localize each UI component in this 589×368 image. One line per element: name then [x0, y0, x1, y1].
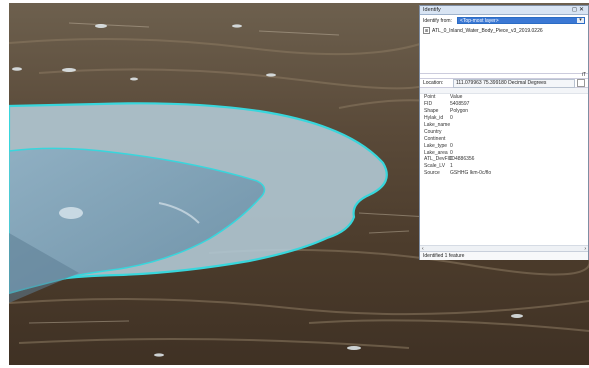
attribute-row[interactable]: Lake_type 0 — [420, 142, 588, 149]
field-name: Source — [424, 170, 440, 177]
attribute-table: Point Value FID 5408597 Shape Polygon Hylak… — [420, 94, 588, 245]
attribute-row[interactable]: ATL_DevFID ID4886356 — [420, 156, 588, 163]
field-value: 0 — [450, 149, 453, 156]
attribute-row[interactable]: FID 5408597 — [420, 101, 588, 108]
location-options-button[interactable] — [577, 79, 585, 87]
attribute-row[interactable]: Source GSHHG lkm-0c/flo — [420, 170, 588, 177]
field-name: Scale_LV — [424, 163, 446, 170]
attribute-row[interactable]: Continent — [420, 135, 588, 142]
field-value: 5408597 — [450, 101, 470, 108]
ice-floe — [59, 207, 83, 219]
identify-title: Identify — [423, 7, 441, 13]
field-name: Lake_type — [424, 142, 448, 149]
attribute-row[interactable]: Country — [420, 128, 588, 135]
scroll-left-icon[interactable]: ‹ — [422, 246, 424, 252]
pin-icon[interactable]: ◻ — [571, 7, 578, 14]
field-name: Country — [424, 128, 442, 135]
field-name: Lake_name — [424, 122, 451, 128]
field-name: ATL_DevFID — [424, 156, 453, 163]
field-name: Continent — [424, 135, 446, 142]
attribute-row[interactable]: Shape Polygon — [420, 108, 588, 115]
field-name: Lake_area — [424, 149, 448, 156]
tree-item[interactable]: ⊞ ATL_0_Inland_Water_Body_Piece_v3_2019.… — [423, 27, 585, 34]
tree-item-label[interactable]: ATL_0_Inland_Water_Body_Piece_v3_2019.02… — [432, 28, 543, 34]
field-name: Point — [424, 94, 436, 101]
chevron-down-icon[interactable]: ▾ — [577, 18, 584, 23]
close-icon[interactable]: ✕ — [578, 7, 585, 14]
field-name: Hylak_id — [424, 115, 444, 122]
field-value: 0 — [450, 115, 453, 122]
field-value: GSHHG lkm-0c/flo — [450, 170, 492, 177]
attribute-row[interactable]: Point Value — [420, 94, 588, 101]
status-text: Identified 1 feature — [423, 253, 465, 259]
location-row: Location: 111.079963 75.399180 Decimal D… — [420, 78, 588, 88]
field-name: Shape — [424, 108, 439, 115]
attribute-row[interactable]: Lake_area 0 — [420, 149, 588, 156]
status-bar: Identified 1 feature — [420, 251, 588, 260]
results-tree: ⊞ ATL_0_Inland_Water_Body_Piece_v3_2019.… — [420, 26, 588, 74]
identify-window: Identify ◻ ✕ Identify from: <Top-most la… — [419, 5, 589, 260]
identify-titlebar[interactable]: Identify ◻ ✕ — [420, 6, 588, 15]
identify-from-label: Identify from: — [423, 17, 452, 24]
expand-icon[interactable]: ⊞ — [423, 27, 430, 34]
splitter-tag: iT — [581, 72, 586, 78]
attribute-row[interactable]: Lake_name — [420, 122, 588, 129]
field-value: 0 — [450, 142, 453, 149]
location-value[interactable]: 111.079963 75.399180 Decimal Degrees — [453, 78, 575, 88]
identify-from-row: Identify from: <Top-most layer> ▾ — [420, 15, 588, 26]
identify-from-dropdown[interactable]: <Top-most layer> ▾ — [457, 17, 585, 24]
field-value: Polygon — [450, 108, 469, 115]
attribute-row[interactable]: Scale_LV 1 — [420, 163, 588, 170]
field-value: Value — [450, 94, 463, 101]
scroll-right-icon[interactable]: › — [584, 246, 586, 252]
field-value: ID4886356 — [450, 156, 475, 163]
identify-from-value: <Top-most layer> — [460, 17, 499, 24]
attribute-row[interactable]: Hylak_id 0 — [420, 115, 588, 122]
field-name: FID — [424, 101, 433, 108]
panel-splitter[interactable]: iT — [420, 72, 588, 79]
field-value: 1 — [450, 163, 453, 170]
location-label: Location: — [423, 80, 444, 86]
